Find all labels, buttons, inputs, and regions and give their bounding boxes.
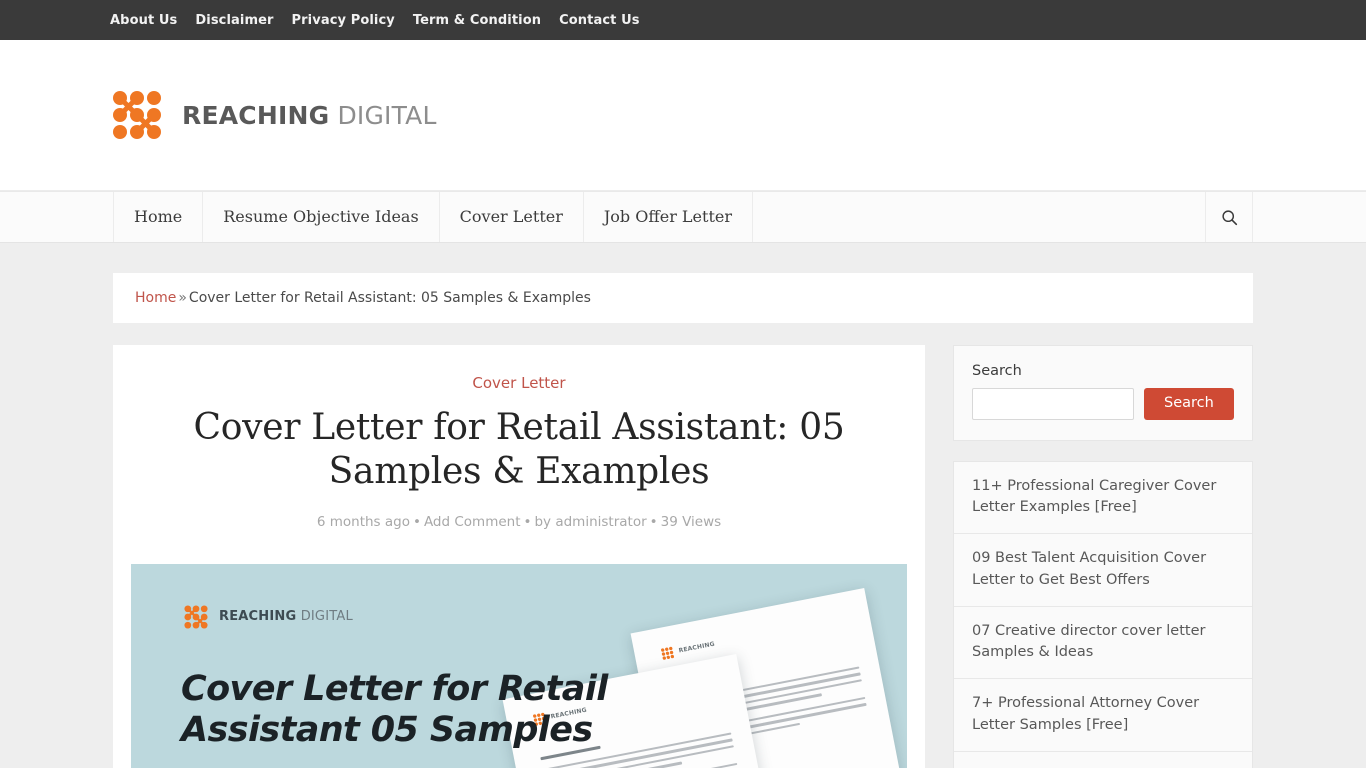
page-title: Cover Letter for Retail Assistant: 05 Sa… [193,407,845,493]
nav-item-cover-letter[interactable]: Cover Letter [438,192,583,242]
list-item[interactable]: 7+ Professional Attorney Cover Letter Sa… [954,679,1252,752]
nav-search-toggle[interactable] [1205,192,1253,242]
breadcrumb: Home» Cover Letter for Retail Assistant: … [113,273,1253,324]
widget-search: Search Search [953,345,1253,441]
paper-brand-back: REACHING [660,637,716,660]
recent-post-link[interactable]: 09 Best Talent Acquisition Cover Letter … [972,548,1234,592]
brand-name-strong: REACHING [182,100,330,130]
main-nav-items: Home Resume Objective Ideas Cover Letter… [113,192,753,242]
nav-item-resume-objective-ideas[interactable]: Resume Objective Ideas [202,192,438,242]
topbar-link-about-us[interactable]: About Us [110,14,177,27]
article-card: Cover Letter Cover Letter for Retail Ass… [113,345,925,768]
article-category-line: Cover Letter [113,373,925,392]
breadcrumb-separator: » [178,290,187,306]
topbar-link-disclaimer[interactable]: Disclaimer [195,14,273,27]
breadcrumb-current: Cover Letter for Retail Assistant: 05 Sa… [188,290,591,306]
featured-image-brand-text: REACHING DIGITAL [219,610,353,623]
search-input[interactable] [972,387,1134,420]
recent-post-link[interactable]: 07 Creative director cover letter Sample… [972,621,1234,665]
widget-recent-posts: 11+ Professional Caregiver Cover Letter … [953,460,1253,768]
list-item[interactable]: Job Offer Letter For Finance [954,752,1252,768]
list-item[interactable]: 09 Best Talent Acquisition Cover Letter … [954,534,1252,607]
search-button[interactable]: Search [1144,387,1234,420]
article-featured-image: REACHING REACHING REACHING DIGITAL Cover… [131,563,907,768]
brand-name: REACHING DIGITAL [182,103,437,128]
content-columns: Cover Letter Cover Letter for Retail Ass… [113,345,1253,768]
reaching-digital-logo-icon [661,646,675,660]
list-item[interactable]: 11+ Professional Caregiver Cover Letter … [954,462,1252,535]
page-content: Home» Cover Letter for Retail Assistant: … [0,243,1366,768]
article-views: 39 Views [660,514,722,530]
search-icon [1221,209,1237,225]
meta-dot-3: • [649,514,658,530]
search-form: Search [972,387,1234,420]
featured-image-brand: REACHING DIGITAL [183,604,353,630]
topbar-link-privacy-policy[interactable]: Privacy Policy [292,14,395,27]
reaching-digital-logo-icon [184,604,208,629]
recent-post-link[interactable]: 7+ Professional Attorney Cover Letter Sa… [972,693,1234,737]
breadcrumb-home-link[interactable]: Home [135,290,176,306]
featured-image-headline: Cover Letter for Retail Assistant 05 Sam… [181,668,608,750]
meta-dot-1: • [412,514,421,530]
nav-item-job-offer-letter[interactable]: Job Offer Letter [582,192,753,242]
topbar-link-contact-us[interactable]: Contact Us [559,14,639,27]
search-widget-label: Search [972,363,1022,380]
recent-post-link[interactable]: 11+ Professional Caregiver Cover Letter … [972,476,1234,520]
reaching-digital-logo-icon [113,91,161,139]
meta-dot-2: • [523,514,532,530]
site-logo-link[interactable]: REACHING DIGITAL [110,88,437,142]
article-author: by administrator [534,514,647,530]
brand-name-light: DIGITAL [329,100,437,130]
article-meta: 6 months ago • Add Comment • by administrato… [113,514,925,530]
article-add-comment-link[interactable]: Add Comment [424,514,521,530]
topbar-link-term-condition[interactable]: Term & Condition [413,14,541,27]
main-navigation: Home Resume Objective Ideas Cover Letter… [0,191,1366,243]
list-item[interactable]: 07 Creative director cover letter Sample… [954,607,1252,680]
article-category-link[interactable]: Cover Letter [472,374,565,392]
featured-brand-light: DIGITAL [296,609,353,624]
article-date: 6 months ago [316,514,410,530]
topbar-nav: About Us Disclaimer Privacy Policy Term … [110,14,640,27]
paper-brand-text-back: REACHING [678,640,716,655]
nav-item-home[interactable]: Home [113,192,202,242]
sidebar: Search Search 11+ Professional Caregiver… [953,345,1253,768]
top-utility-bar: About Us Disclaimer Privacy Policy Term … [0,0,1366,40]
site-header: REACHING DIGITAL [0,40,1366,191]
featured-brand-strong: REACHING [219,609,297,624]
